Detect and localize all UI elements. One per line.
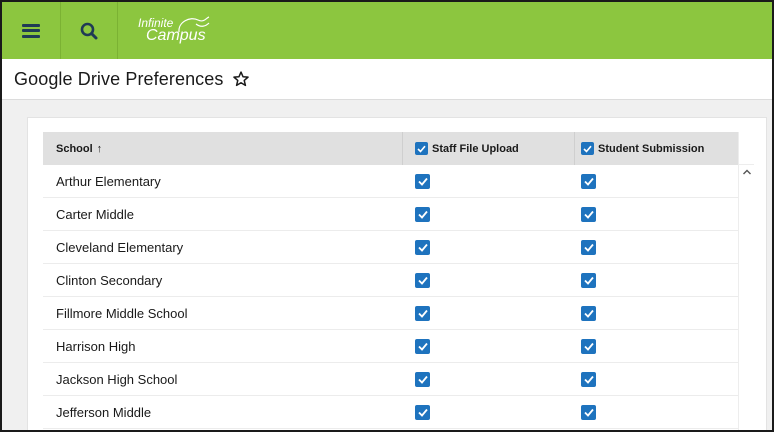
search-icon xyxy=(80,22,98,39)
student-submission-cell xyxy=(574,305,738,321)
table-row: Carter Middle xyxy=(43,198,738,231)
hamburger-menu-icon xyxy=(22,23,40,38)
staff-file-upload-cell xyxy=(402,338,574,354)
school-name-cell: Arthur Elementary xyxy=(56,173,161,189)
staff-file-upload-cell xyxy=(402,206,574,222)
school-name-cell: Carter Middle xyxy=(56,206,135,222)
student-submission-checkbox[interactable] xyxy=(581,272,596,288)
staff-file-upload-checkbox[interactable] xyxy=(415,206,430,222)
column-header-school[interactable]: School ↑ xyxy=(43,132,402,165)
table-row: Fillmore Middle School xyxy=(43,297,738,330)
star-outline-icon[interactable] xyxy=(232,70,250,88)
school-name-cell: Harrison High xyxy=(56,338,136,354)
school-name-cell: Cleveland Elementary xyxy=(56,239,184,255)
column-header-staff-file-upload: Staff File Upload xyxy=(402,132,574,165)
student-submission-checkbox[interactable] xyxy=(581,239,596,255)
table-row: Jackson High School xyxy=(43,363,738,396)
staff-file-upload-cell xyxy=(402,239,574,255)
sort-ascending-icon: ↑ xyxy=(96,142,103,155)
table-row: Clinton Secondary xyxy=(43,264,738,297)
column-header-staff-label: Staff File Upload xyxy=(432,142,519,155)
student-submission-checkbox[interactable] xyxy=(581,206,596,222)
content-panel: School ↑ Staff File Upload Student Submi… xyxy=(27,117,767,430)
student-submission-cell xyxy=(574,272,738,288)
table-row: Arthur Elementary xyxy=(43,165,738,198)
column-header-school-label: School xyxy=(56,142,93,155)
staff-file-upload-checkbox[interactable] xyxy=(415,404,430,420)
infinite-campus-logo[interactable]: Infinite Campus xyxy=(136,2,210,59)
student-submission-select-all-checkbox[interactable] xyxy=(581,142,594,155)
staff-file-upload-checkbox[interactable] xyxy=(415,239,430,255)
staff-file-upload-checkbox[interactable] xyxy=(415,338,430,354)
scrollbar[interactable] xyxy=(738,132,754,430)
student-submission-cell xyxy=(574,173,738,189)
page-title-bar: Google Drive Preferences xyxy=(2,59,772,100)
student-submission-checkbox[interactable] xyxy=(581,371,596,387)
staff-file-upload-checkbox[interactable] xyxy=(415,272,430,288)
page-title: Google Drive Preferences xyxy=(14,68,224,89)
school-name-cell: Jackson High School xyxy=(56,371,178,387)
staff-file-upload-cell xyxy=(402,371,574,387)
student-submission-cell xyxy=(574,206,738,222)
staff-file-upload-cell xyxy=(402,305,574,321)
table-body: Arthur Elementary Carter Middle Cleveland … xyxy=(43,165,738,429)
column-header-student-label: Student Submission xyxy=(598,142,705,155)
table-row: Harrison High xyxy=(43,330,738,363)
staff-file-upload-checkbox[interactable] xyxy=(415,173,430,189)
staff-file-upload-cell xyxy=(402,404,574,420)
school-name-cell: Jefferson Middle xyxy=(56,404,152,420)
staff-file-upload-cell xyxy=(402,272,574,288)
student-submission-cell xyxy=(574,371,738,387)
student-submission-checkbox[interactable] xyxy=(581,338,596,354)
menu-button[interactable] xyxy=(2,2,61,59)
app-window: Infinite Campus Google Drive Preferences… xyxy=(0,0,774,432)
school-name-cell: Clinton Secondary xyxy=(56,272,163,288)
column-header-student-submission: Student Submission xyxy=(574,132,738,165)
student-submission-cell xyxy=(574,338,738,354)
top-navigation-bar: Infinite Campus xyxy=(2,2,772,59)
scroll-up-arrow-icon[interactable] xyxy=(742,168,752,176)
logo-swoosh-icon xyxy=(178,16,210,33)
student-submission-checkbox[interactable] xyxy=(581,305,596,321)
staff-file-upload-checkbox[interactable] xyxy=(415,371,430,387)
table-row: Jefferson Middle xyxy=(43,396,738,429)
student-submission-checkbox[interactable] xyxy=(581,404,596,420)
table-row: Cleveland Elementary xyxy=(43,231,738,264)
student-submission-checkbox[interactable] xyxy=(581,173,596,189)
table-header-row: School ↑ Staff File Upload Student Submi… xyxy=(43,132,738,165)
search-button[interactable] xyxy=(61,2,118,59)
staff-file-upload-cell xyxy=(402,173,574,189)
school-name-cell: Fillmore Middle School xyxy=(56,305,188,321)
staff-file-upload-checkbox[interactable] xyxy=(415,305,430,321)
preferences-table: School ↑ Staff File Upload Student Submi… xyxy=(43,132,754,430)
student-submission-cell xyxy=(574,239,738,255)
student-submission-cell xyxy=(574,404,738,420)
staff-file-upload-select-all-checkbox[interactable] xyxy=(415,142,428,155)
